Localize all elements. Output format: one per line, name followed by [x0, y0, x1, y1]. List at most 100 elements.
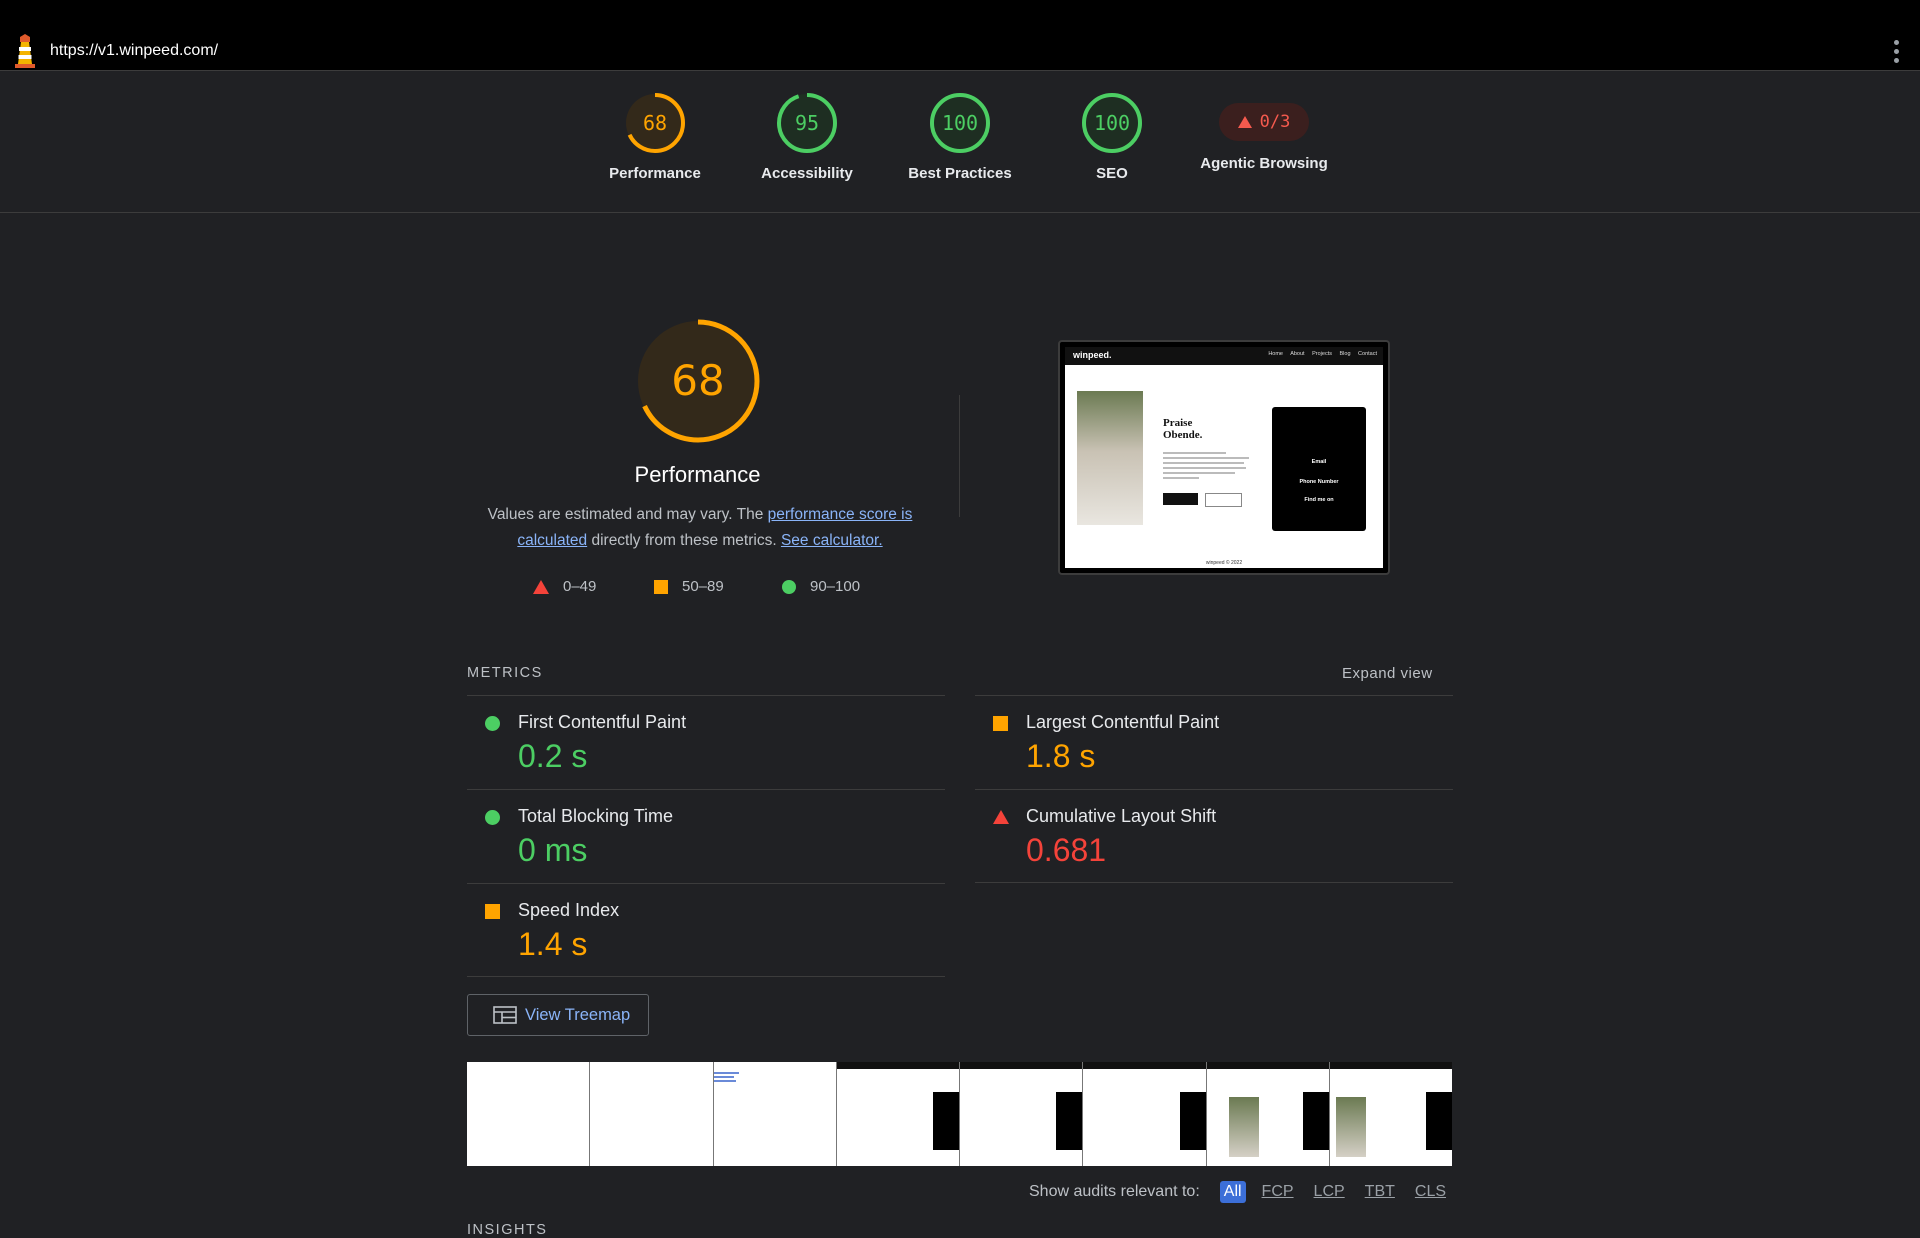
metric-title: First Contentful Paint [518, 712, 687, 732]
legend-average: 50–89 [654, 578, 724, 595]
good-circle-icon [485, 716, 500, 736]
metric-value: 0.2 s [518, 738, 588, 774]
screenshot-footer: winpeed © 2022 [1205, 560, 1243, 566]
metric-title: Cumulative Layout Shift [1026, 806, 1217, 826]
card-label: Find me on [1304, 497, 1334, 503]
filmstrip-frame [836, 1062, 960, 1166]
gauge-score: 68 [643, 111, 667, 135]
filter-chip-all[interactable]: All [1219, 1181, 1246, 1203]
metric-lcp: Largest Contentful Paint 1.8 s [975, 695, 1453, 789]
divider [975, 882, 1453, 883]
view-treemap-button[interactable]: View Treemap [467, 994, 649, 1036]
screenshot-nav: winpeed. Home About Projects Blog Contac… [1065, 347, 1383, 365]
treemap-icon [493, 1006, 517, 1024]
legend-range: 90–100 [810, 578, 861, 595]
seo-gauge-icon: 100 [1082, 93, 1142, 153]
divider [959, 395, 960, 517]
gauge-score: 95 [795, 111, 819, 135]
audit-filter-label: Show audits relevant to: [1029, 1183, 1200, 1200]
name-line: Obende. [1163, 429, 1203, 441]
performance-gauge-icon: 68 [625, 93, 685, 153]
card-label: Email [1311, 459, 1327, 465]
filmstrip-frame [713, 1062, 837, 1166]
metric-title: Largest Contentful Paint [1026, 712, 1220, 732]
agentic-score-pill: 0/3 [1219, 103, 1309, 141]
filmstrip-frame [960, 1062, 1084, 1166]
screenshot-button [1205, 493, 1242, 507]
metrics-header: METRICS [467, 665, 543, 681]
gauge-accessibility[interactable]: 95 Accessibility [732, 91, 882, 182]
gauge-agentic-browsing[interactable]: 0/3 Agentic Browsing [1189, 91, 1339, 172]
filter-chip-tbt[interactable]: TBT [1361, 1181, 1399, 1203]
desc-text: Values are estimated and may vary. The [487, 506, 768, 523]
name-line: Praise [1163, 417, 1193, 429]
metric-fcp: First Contentful Paint 0.2 s [467, 695, 945, 789]
triangle-icon [533, 579, 549, 594]
metric-si: Speed Index 1.4 s [467, 883, 945, 977]
filmstrip-frame [1083, 1062, 1207, 1166]
metric-value: 0.681 [1026, 832, 1107, 868]
card-label: Phone Number [1299, 479, 1339, 485]
gauge-score: 100 [1094, 111, 1130, 135]
top-bar: https://v1.winpeed.com/ [0, 0, 1920, 71]
score-header: 68 Performance 95 Accessibility 100 Best… [0, 71, 1920, 213]
page-url: https://v1.winpeed.com/ [50, 42, 219, 59]
treemap-label: View Treemap [525, 1005, 631, 1024]
legend-range: 0–49 [563, 578, 597, 595]
good-circle-icon [485, 810, 500, 830]
gauge-label: SEO [1096, 165, 1128, 182]
screenshot-contact-card: Email Phone Number Find me on [1272, 407, 1366, 531]
gauge-performance[interactable]: 68 Performance [580, 91, 730, 182]
filmstrip-frame [467, 1062, 591, 1166]
performance-big-gauge-icon: 68 [636, 319, 760, 443]
gauge-label: Performance [609, 165, 701, 182]
filter-chip-lcp[interactable]: LCP [1310, 1181, 1349, 1203]
filmstrip-frame [590, 1062, 714, 1166]
screenshot-photo [1077, 391, 1143, 525]
gauge-label: Agentic Browsing [1200, 155, 1328, 172]
divider [467, 976, 945, 977]
screenshot-text-lines [1163, 452, 1253, 482]
lighthouse-logo-icon [15, 34, 35, 68]
desc-text: directly from these metrics. [587, 532, 781, 549]
gauge-seo[interactable]: 100 SEO [1037, 91, 1187, 182]
expand-view-button[interactable]: Expand view [1342, 665, 1433, 682]
legend-poor: 0–49 [533, 578, 596, 595]
metric-value: 0 ms [518, 832, 588, 868]
filmstrip [467, 1062, 1452, 1166]
screenshot-nav-links: Home About Projects Blog Contact [1268, 351, 1377, 357]
legend-range: 50–89 [682, 578, 724, 595]
performance-score: 68 [671, 356, 724, 405]
warning-triangle-icon [1237, 116, 1252, 128]
average-square-icon [993, 716, 1008, 736]
gauge-score: 100 [942, 111, 978, 135]
metric-cls: Cumulative Layout Shift 0.681 [975, 789, 1453, 883]
filmstrip-frame [1329, 1062, 1452, 1166]
more-options-icon[interactable] [1894, 40, 1900, 64]
screenshot-button [1163, 493, 1198, 505]
performance-title: Performance [634, 462, 761, 487]
best-practices-gauge-icon: 100 [930, 93, 990, 153]
legend-good: 90–100 [782, 578, 860, 595]
final-screenshot[interactable]: winpeed. Home About Projects Blog Contac… [1058, 340, 1390, 575]
metric-title: Speed Index [518, 900, 620, 920]
filmstrip-frame [1206, 1062, 1330, 1166]
accessibility-gauge-icon: 95 [777, 93, 837, 153]
audit-filter: Show audits relevant to: All FCP LCP TBT… [1029, 1181, 1456, 1203]
gauge-label: Accessibility [761, 165, 853, 182]
gauge-label: Best Practices [908, 165, 1012, 182]
average-square-icon [485, 904, 500, 924]
metric-title: Total Blocking Time [518, 806, 674, 826]
metric-value: 1.8 s [1026, 738, 1096, 774]
screenshot-brand: winpeed. [1073, 350, 1112, 360]
metric-value: 1.4 s [518, 926, 588, 962]
screenshot-name: Praise Obende. [1163, 417, 1202, 441]
performance-description: Values are estimated and may vary. The p… [470, 502, 930, 554]
square-icon [654, 579, 668, 594]
see-calculator-link[interactable]: See calculator. [781, 532, 883, 549]
poor-triangle-icon [993, 810, 1009, 829]
filter-chip-cls[interactable]: CLS [1411, 1181, 1450, 1203]
filter-chip-fcp[interactable]: FCP [1258, 1181, 1298, 1203]
circle-icon [782, 579, 796, 594]
gauge-best-practices[interactable]: 100 Best Practices [885, 91, 1035, 182]
